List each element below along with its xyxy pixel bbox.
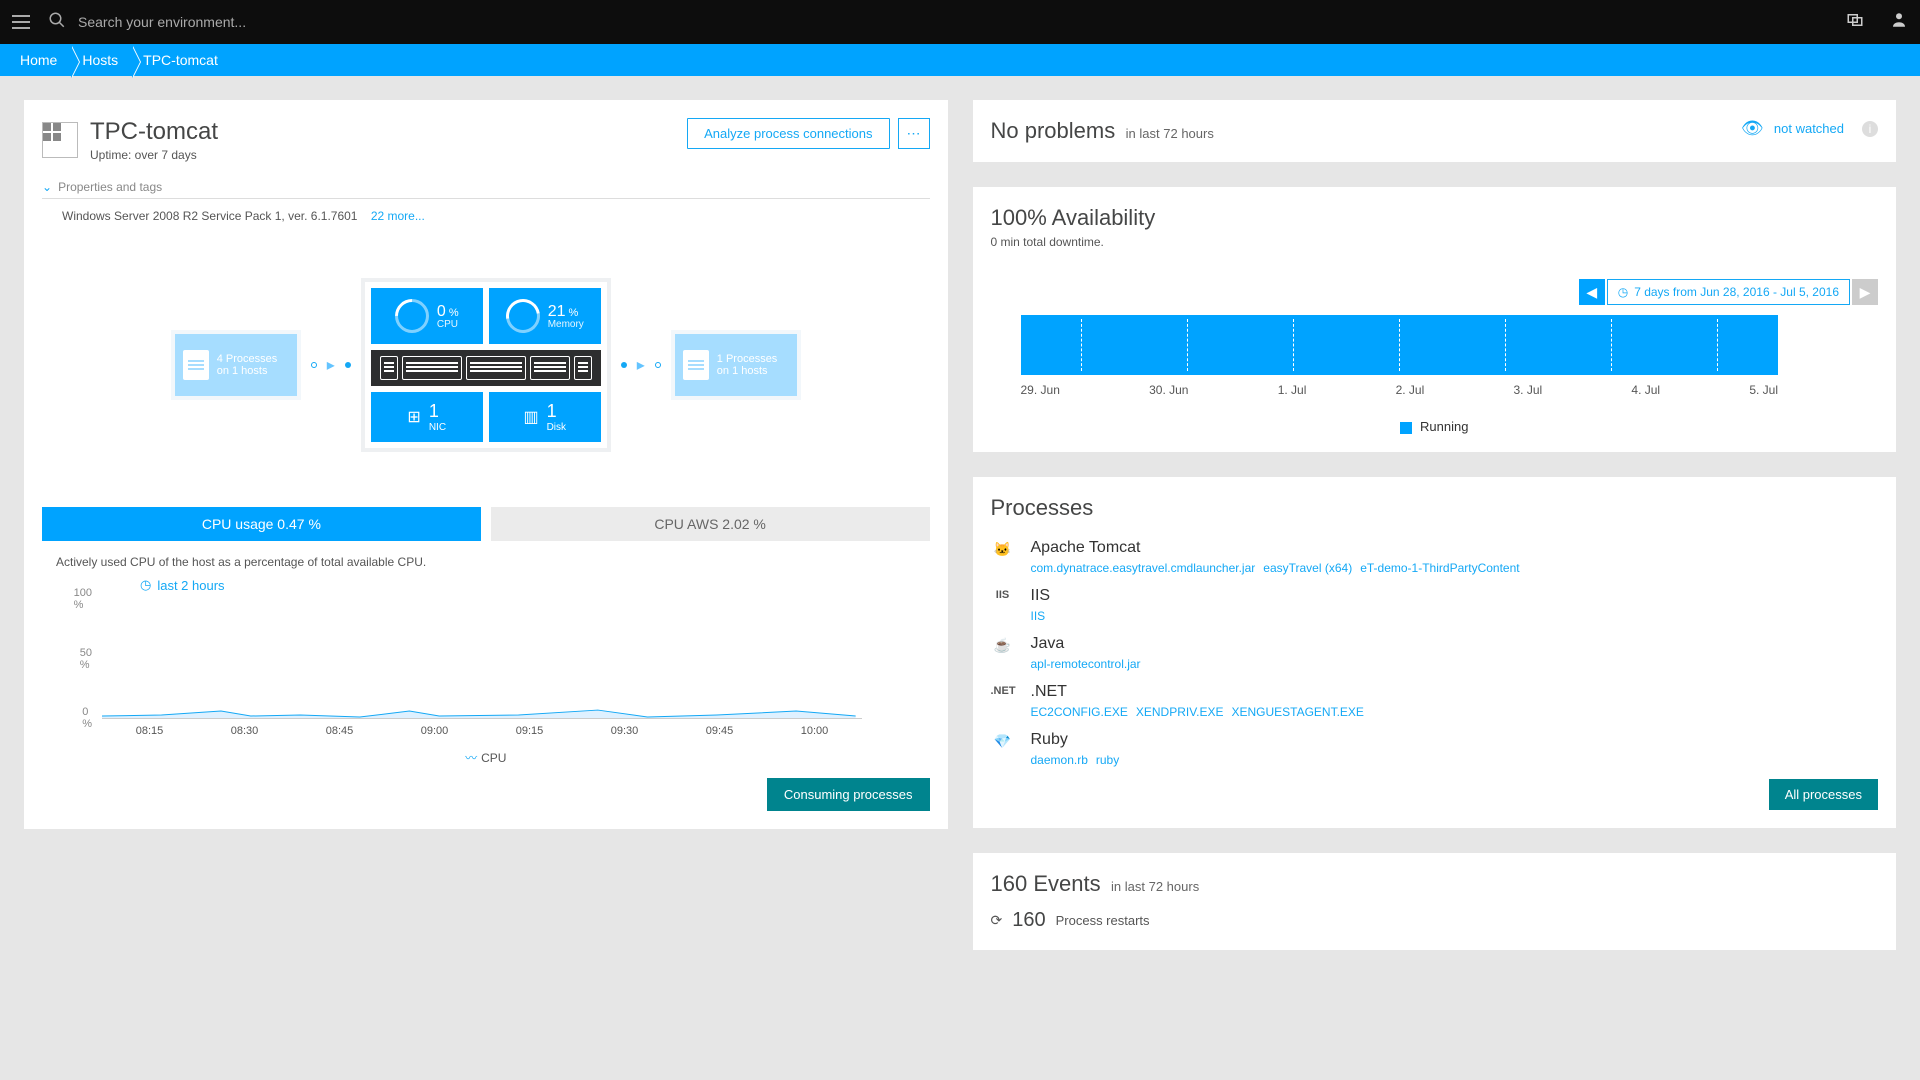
arrow-right-icon: ▸	[637, 355, 645, 375]
.NET-icon: .NET	[991, 683, 1015, 719]
host-uptime: Uptime: over 7 days	[90, 148, 218, 162]
watch-toggle[interactable]: not watched	[1774, 121, 1844, 136]
process-link[interactable]: IIS	[1031, 609, 1046, 623]
tomcat-icon: 🐱	[991, 539, 1015, 575]
events-title: 160 Events	[991, 871, 1101, 896]
nic-tile[interactable]: ⊞ 1NIC	[371, 392, 483, 442]
server-icon	[371, 350, 601, 386]
process-link[interactable]: XENDPRIV.EXE	[1136, 705, 1224, 719]
ruby-icon: 💎	[991, 731, 1015, 767]
timerange-label[interactable]: ◷ 7 days from Jun 28, 2016 - Jul 5, 2016	[1607, 279, 1850, 305]
process-group-label: Apache Tomcat	[1031, 539, 1879, 557]
cpu-gauge[interactable]: 0 %CPU	[371, 288, 483, 344]
analyze-connections-button[interactable]: Analyze process connections	[687, 118, 889, 149]
process-group: ☕ Java apl-remotecontrol.jar	[991, 635, 1879, 671]
breadcrumb: Home Hosts TPC-tomcat	[0, 44, 1920, 76]
crumb-current: TPC-tomcat	[133, 46, 233, 74]
crumb-home[interactable]: Home	[10, 46, 72, 74]
process-group: 🐱 Apache Tomcat com.dynatrace.easytravel.c…	[991, 539, 1879, 575]
search-input[interactable]	[78, 14, 1846, 30]
restart-icon: ⟳	[991, 912, 1003, 929]
user-icon[interactable]	[1890, 11, 1908, 34]
chevron-down-icon: ⌄	[42, 180, 52, 194]
memory-gauge[interactable]: 21 %Memory	[489, 288, 601, 344]
process-link[interactable]: daemon.rb	[1031, 753, 1088, 767]
IIS-icon: IIS	[991, 587, 1015, 623]
process-link[interactable]: easyTravel (x64)	[1263, 561, 1352, 575]
arrow-right-icon: ▸	[327, 355, 335, 375]
search-icon[interactable]	[48, 11, 66, 34]
timerange-prev-button[interactable]: ◀	[1579, 279, 1605, 305]
timerange-next-button[interactable]: ▶	[1852, 279, 1878, 305]
tab-cpu-aws[interactable]: CPU AWS 2.02 %	[491, 507, 930, 541]
windows-icon[interactable]	[1846, 11, 1864, 34]
process-link[interactable]: XENGUESTAGENT.EXE	[1231, 705, 1363, 719]
process-group-label: .NET	[1031, 683, 1879, 701]
process-link[interactable]: com.dynatrace.easytravel.cmdlauncher.jar	[1031, 561, 1256, 575]
time-range-link[interactable]: ◷ last 2 hours	[140, 577, 930, 593]
events-count: 160	[1012, 909, 1045, 932]
properties-text: Windows Server 2008 R2 Service Pack 1, v…	[62, 209, 930, 223]
host-tile[interactable]: 0 %CPU 21 %Memory ⊞ 1NIC ▥ 1Disk	[361, 278, 611, 452]
disk-tile[interactable]: ▥ 1Disk	[489, 392, 601, 442]
disk-icon: ▥	[523, 407, 538, 427]
process-group-label: IIS	[1031, 587, 1879, 605]
crumb-hosts[interactable]: Hosts	[72, 46, 133, 74]
outgoing-processes-box[interactable]: 1 Processeson 1 hosts	[671, 330, 801, 400]
host-os-icon	[42, 122, 78, 158]
process-group: .NET .NET EC2CONFIG.EXE XENDPRIV.EXE XENGUES…	[991, 683, 1879, 719]
clock-icon: ◷	[1618, 285, 1628, 299]
host-title: TPC-tomcat	[90, 118, 218, 146]
properties-more-link[interactable]: 22 more...	[371, 209, 425, 223]
tab-description: Actively used CPU of the host as a perce…	[56, 555, 930, 569]
legend-swatch	[1400, 422, 1412, 434]
events-sub: in last 72 hours	[1111, 879, 1199, 894]
clock-icon: ◷	[140, 577, 151, 593]
info-icon[interactable]: i	[1862, 121, 1878, 137]
menu-icon[interactable]	[12, 15, 30, 29]
process-group: IIS IIS IIS	[991, 587, 1879, 623]
incoming-processes-box[interactable]: 4 Processeson 1 hosts	[171, 330, 301, 400]
processes-icon	[683, 350, 709, 380]
availability-downtime: 0 min total downtime.	[991, 235, 1879, 249]
availability-bar[interactable]	[1021, 315, 1779, 375]
eye-icon[interactable]: 👁	[1741, 118, 1764, 139]
tab-cpu-usage[interactable]: CPU usage 0.47 %	[42, 507, 481, 541]
consuming-processes-button[interactable]: Consuming processes	[767, 778, 930, 811]
java-icon: ☕	[991, 635, 1015, 671]
process-link[interactable]: ruby	[1096, 753, 1119, 767]
processes-icon	[183, 350, 209, 380]
more-actions-button[interactable]: ⋯	[898, 118, 930, 149]
events-label: Process restarts	[1056, 913, 1150, 928]
availability-title: 100% Availability	[991, 205, 1156, 230]
cpu-chart[interactable]: 100 % 50 % 0 %	[102, 599, 862, 719]
process-link[interactable]: EC2CONFIG.EXE	[1031, 705, 1128, 719]
process-link[interactable]: apl-remotecontrol.jar	[1031, 657, 1141, 671]
process-group: 💎 Ruby daemon.rb ruby	[991, 731, 1879, 767]
problems-title: No problems	[991, 118, 1116, 143]
network-icon: ⊞	[407, 407, 420, 427]
properties-toggle[interactable]: ⌄ Properties and tags	[42, 180, 930, 199]
process-group-label: Ruby	[1031, 731, 1879, 749]
process-link[interactable]: eT-demo-1-ThirdPartyContent	[1360, 561, 1519, 575]
processes-title: Processes	[991, 495, 1879, 521]
process-group-label: Java	[1031, 635, 1879, 653]
problems-sub: in last 72 hours	[1126, 126, 1214, 141]
all-processes-button[interactable]: All processes	[1769, 779, 1878, 810]
